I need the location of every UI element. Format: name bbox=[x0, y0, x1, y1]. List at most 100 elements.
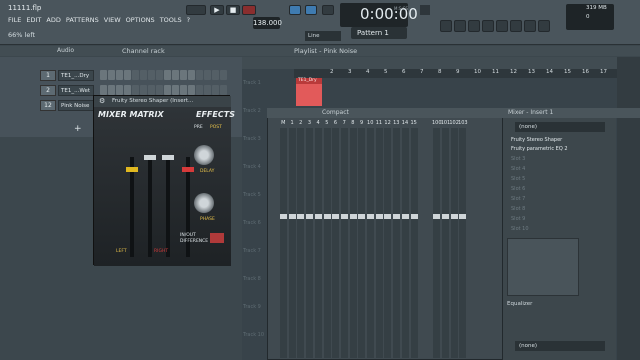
mixer-track-number[interactable]: 13 bbox=[392, 119, 401, 127]
mixer-track-number[interactable]: 3 bbox=[305, 119, 314, 127]
pattern-song-toggle[interactable] bbox=[186, 5, 206, 15]
mixer-fader[interactable] bbox=[441, 214, 449, 219]
menu-help[interactable]: ? bbox=[187, 16, 190, 24]
mixer-strip[interactable] bbox=[459, 128, 467, 358]
mixer-track-number[interactable]: 9 bbox=[357, 119, 366, 127]
mixer-strip[interactable] bbox=[314, 128, 322, 358]
mixer-track-number[interactable]: 102 bbox=[449, 119, 459, 127]
tools-icon[interactable] bbox=[420, 5, 430, 15]
countdown-toggle[interactable] bbox=[322, 5, 334, 15]
track-label[interactable]: Track 2 bbox=[243, 108, 261, 114]
menu-file[interactable]: FILE bbox=[8, 16, 21, 24]
right-left-fader[interactable] bbox=[162, 155, 174, 160]
menu-options[interactable]: OPTIONS bbox=[126, 16, 155, 24]
mixer-track-number[interactable]: 100 bbox=[432, 119, 442, 127]
fx-slot[interactable]: Fruity Stereo Shaper bbox=[507, 136, 605, 144]
fx-slot[interactable]: Slot 6 bbox=[507, 185, 605, 193]
mixer-layout-label[interactable]: Compact bbox=[322, 109, 349, 116]
mixer-fader[interactable] bbox=[349, 214, 357, 219]
mixer-strip[interactable] bbox=[297, 128, 305, 358]
track-label[interactable]: Track 8 bbox=[243, 276, 261, 282]
metronome-toggle[interactable] bbox=[289, 5, 301, 15]
mixer-strip[interactable] bbox=[410, 128, 418, 358]
mixer-strip[interactable] bbox=[332, 128, 340, 358]
record-button[interactable] bbox=[242, 5, 256, 15]
pre-toggle[interactable]: PRE bbox=[194, 125, 203, 130]
mixer-fader[interactable] bbox=[433, 214, 441, 219]
track-label[interactable]: Track 5 bbox=[243, 192, 261, 198]
mixer-strip[interactable] bbox=[367, 128, 374, 358]
track-label[interactable]: Track 4 bbox=[243, 164, 261, 170]
tempo-display[interactable]: 138.000 bbox=[253, 17, 282, 29]
mixer-strip[interactable] bbox=[288, 128, 296, 358]
output-select[interactable]: (none) bbox=[515, 341, 605, 351]
browser-scroll[interactable] bbox=[617, 57, 640, 360]
menu-view[interactable]: VIEW bbox=[104, 16, 121, 24]
mixer-fader[interactable] bbox=[459, 214, 467, 219]
mixer-track-number[interactable]: M bbox=[279, 119, 288, 127]
delay-knob[interactable] bbox=[194, 145, 214, 165]
channel-number[interactable]: 2 bbox=[40, 85, 56, 96]
mixer-strip[interactable] bbox=[433, 128, 441, 358]
mixer-strip[interactable] bbox=[280, 128, 287, 358]
post-toggle[interactable]: POST bbox=[210, 125, 222, 130]
track-label[interactable]: Track 7 bbox=[243, 248, 261, 254]
mixer-strip[interactable] bbox=[441, 128, 449, 358]
mixer-icon[interactable] bbox=[482, 20, 494, 32]
mixer-strip[interactable] bbox=[375, 128, 383, 358]
mixer-fader[interactable] bbox=[367, 214, 374, 219]
track-label[interactable]: Track 9 bbox=[243, 304, 261, 310]
mixer-fader[interactable] bbox=[401, 214, 409, 219]
fx-slot[interactable]: Slot 3 bbox=[507, 155, 605, 163]
pattern-selector[interactable]: Pattern 1 bbox=[351, 27, 407, 39]
mixer-fader[interactable] bbox=[410, 214, 418, 219]
track-label[interactable]: Track 1 bbox=[243, 80, 261, 86]
channel-rack-icon[interactable] bbox=[468, 20, 480, 32]
mixer-track-number[interactable]: 103 bbox=[458, 119, 468, 127]
channel-number[interactable]: 1 bbox=[40, 70, 56, 81]
mixer-track-number[interactable]: 11 bbox=[375, 119, 384, 127]
eq-display[interactable] bbox=[507, 238, 579, 296]
mixer-strip[interactable] bbox=[349, 128, 357, 358]
menu-edit[interactable]: EDIT bbox=[26, 16, 41, 24]
mixer-fader[interactable] bbox=[288, 214, 296, 219]
mixer-strip[interactable] bbox=[340, 128, 348, 358]
mixer-track-number[interactable]: 1 bbox=[288, 119, 297, 127]
mixer-track-number[interactable]: 7 bbox=[340, 119, 349, 127]
track-label[interactable]: Track 10 bbox=[243, 332, 264, 338]
menu-tools[interactable]: TOOLS bbox=[160, 16, 182, 24]
add-channel-button[interactable]: + bbox=[74, 124, 82, 134]
mixer-track-number[interactable]: 8 bbox=[349, 119, 358, 127]
mixer-fader[interactable] bbox=[332, 214, 340, 219]
fx-slot[interactable]: Slot 5 bbox=[507, 175, 605, 183]
browser-icon[interactable] bbox=[496, 20, 508, 32]
snap-select[interactable]: Line bbox=[305, 31, 341, 41]
stop-button[interactable]: ■ bbox=[226, 5, 240, 15]
mixer-fader[interactable] bbox=[340, 214, 348, 219]
track-label[interactable]: Track 3 bbox=[243, 136, 261, 142]
mixer-fader[interactable] bbox=[450, 214, 458, 219]
channel-name[interactable]: Pink Noise bbox=[58, 100, 94, 111]
mixer-fader[interactable] bbox=[393, 214, 401, 219]
input-select[interactable]: (none) bbox=[515, 122, 605, 132]
mixer-track-number[interactable]: 14 bbox=[401, 119, 410, 127]
channel-row[interactable]: 1 TE1_...Dry bbox=[4, 70, 242, 82]
track-label[interactable]: Track 6 bbox=[243, 220, 261, 226]
menu-patterns[interactable]: PATTERNS bbox=[66, 16, 99, 24]
mixer-fader[interactable] bbox=[375, 214, 383, 219]
mixer-strip[interactable] bbox=[384, 128, 392, 358]
channel-name[interactable]: TE1_...Dry bbox=[58, 70, 94, 81]
mixer-track-number[interactable]: 10 bbox=[366, 119, 375, 127]
mixer-track-number[interactable]: 12 bbox=[383, 119, 392, 127]
mixer-strip[interactable] bbox=[306, 128, 314, 358]
mixer-strip[interactable] bbox=[323, 128, 331, 358]
mixer-track-number[interactable]: 5 bbox=[322, 119, 331, 127]
right-right-fader[interactable] bbox=[182, 167, 194, 172]
step-sequencer[interactable] bbox=[100, 70, 227, 80]
phase-knob[interactable] bbox=[194, 193, 214, 213]
mixer-strip[interactable] bbox=[401, 128, 409, 358]
fx-slot[interactable]: Slot 10 bbox=[507, 225, 605, 233]
gear-icon[interactable]: ⚙ bbox=[99, 98, 107, 105]
left-right-fader[interactable] bbox=[144, 155, 156, 160]
wait-input-toggle[interactable] bbox=[305, 5, 317, 15]
